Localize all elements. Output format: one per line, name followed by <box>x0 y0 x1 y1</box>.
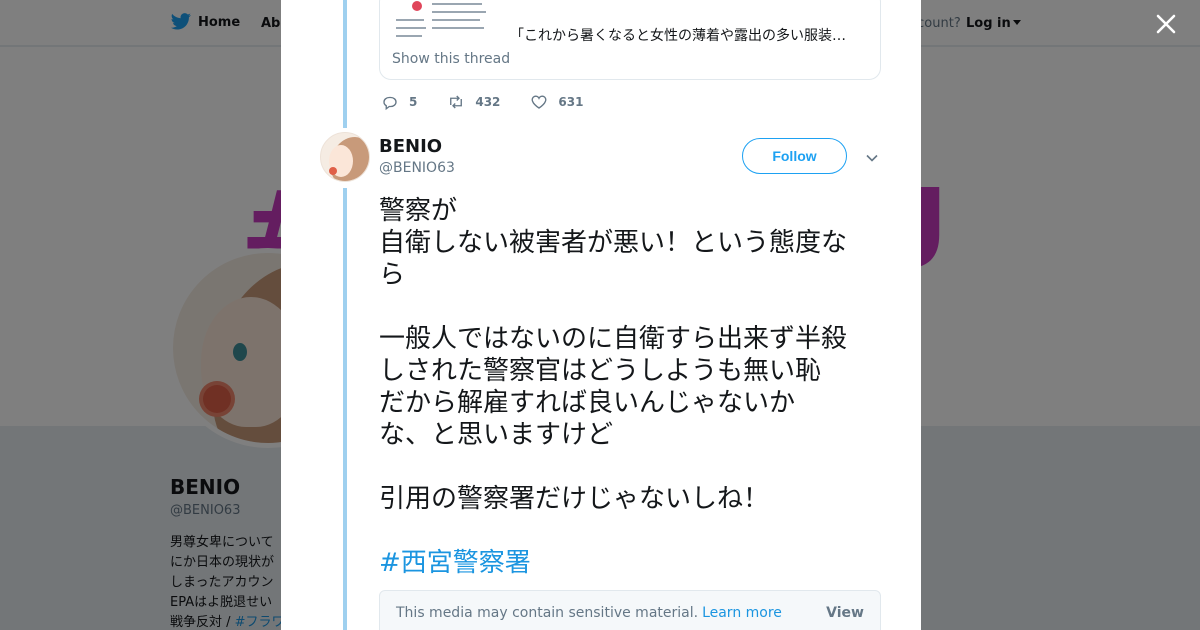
reply-icon <box>383 96 397 111</box>
tweet-text-line: 引用の警察署だけじゃないしね！ <box>379 484 770 514</box>
tweet-text-line: 一般人ではないのに自衛すら出来ず半殺 <box>379 324 848 354</box>
reply-count: 5 <box>409 95 418 109</box>
tweet-text: 警察が 自衛しない被害者が悪い！という態度な ら 一般人ではないのに自衛すら出来… <box>379 195 884 515</box>
tweet-text-line: ら <box>379 260 406 290</box>
thumbnail-line <box>396 27 426 29</box>
thumbnail-line <box>432 27 484 29</box>
heart-icon <box>531 95 547 109</box>
like-button[interactable]: 631 <box>530 93 583 111</box>
tweet-text-line: 警察が <box>379 196 458 226</box>
retweet-button[interactable]: 432 <box>447 93 500 111</box>
quoted-tweet-thumbnail <box>392 0 494 45</box>
learn-more-link[interactable]: Learn more <box>702 605 782 621</box>
author-name[interactable]: BENIO <box>379 136 442 157</box>
retweet-icon <box>450 95 463 109</box>
tweet-text-line: だから解雇すれば良いんじゃないか <box>379 388 796 418</box>
quoted-tweet-snippet: 「これから暑くなると女性の薄着や露出の多い服装… <box>510 28 846 44</box>
thumbnail-line <box>396 19 424 21</box>
thumbnail-dot <box>412 1 422 11</box>
thumbnail-line <box>432 11 486 13</box>
thumbnail-line <box>396 35 422 37</box>
retweet-count: 432 <box>475 95 501 109</box>
sensitive-media-text: This media may contain sensitive materia… <box>396 605 699 621</box>
sensitive-media-notice: This media may contain sensitive materia… <box>379 590 881 630</box>
quoted-tweet-card[interactable]: 「これから暑くなると女性の薄着や露出の多い服装… Show this threa… <box>379 0 881 80</box>
flower-icon <box>329 167 337 175</box>
hashtag-link[interactable]: #西宮警察署 <box>379 546 531 580</box>
follow-button[interactable]: Follow <box>742 138 847 174</box>
thread-connector-line <box>343 0 347 128</box>
like-count: 631 <box>558 95 584 109</box>
tweet-text-line: 自衛しない被害者が悪い！という態度な <box>379 228 848 258</box>
view-media-button[interactable]: View <box>826 605 864 621</box>
thumbnail-line <box>432 3 482 5</box>
tweet-text-line: しされた警察官はどうしようも無い恥 <box>379 356 822 386</box>
chevron-down-icon <box>866 154 878 162</box>
tweet-actions: 5 432 631 <box>381 92 613 112</box>
tweet-modal: 「これから暑くなると女性の薄着や露出の多い服装… Show this threa… <box>281 0 921 630</box>
tweet-text-line: な、と思いますけど <box>379 420 614 450</box>
author-handle[interactable]: @BENIO63 <box>379 160 455 176</box>
thread-connector-line <box>343 188 347 630</box>
more-options-button[interactable] <box>865 150 879 164</box>
thumbnail-line <box>432 19 480 21</box>
close-icon <box>1156 14 1176 34</box>
close-button[interactable] <box>1152 10 1180 38</box>
reply-button[interactable]: 5 <box>381 93 417 111</box>
author-avatar[interactable] <box>320 132 370 182</box>
sensitive-media-message: This media may contain sensitive materia… <box>396 605 782 621</box>
show-thread-link[interactable]: Show this thread <box>392 51 510 67</box>
